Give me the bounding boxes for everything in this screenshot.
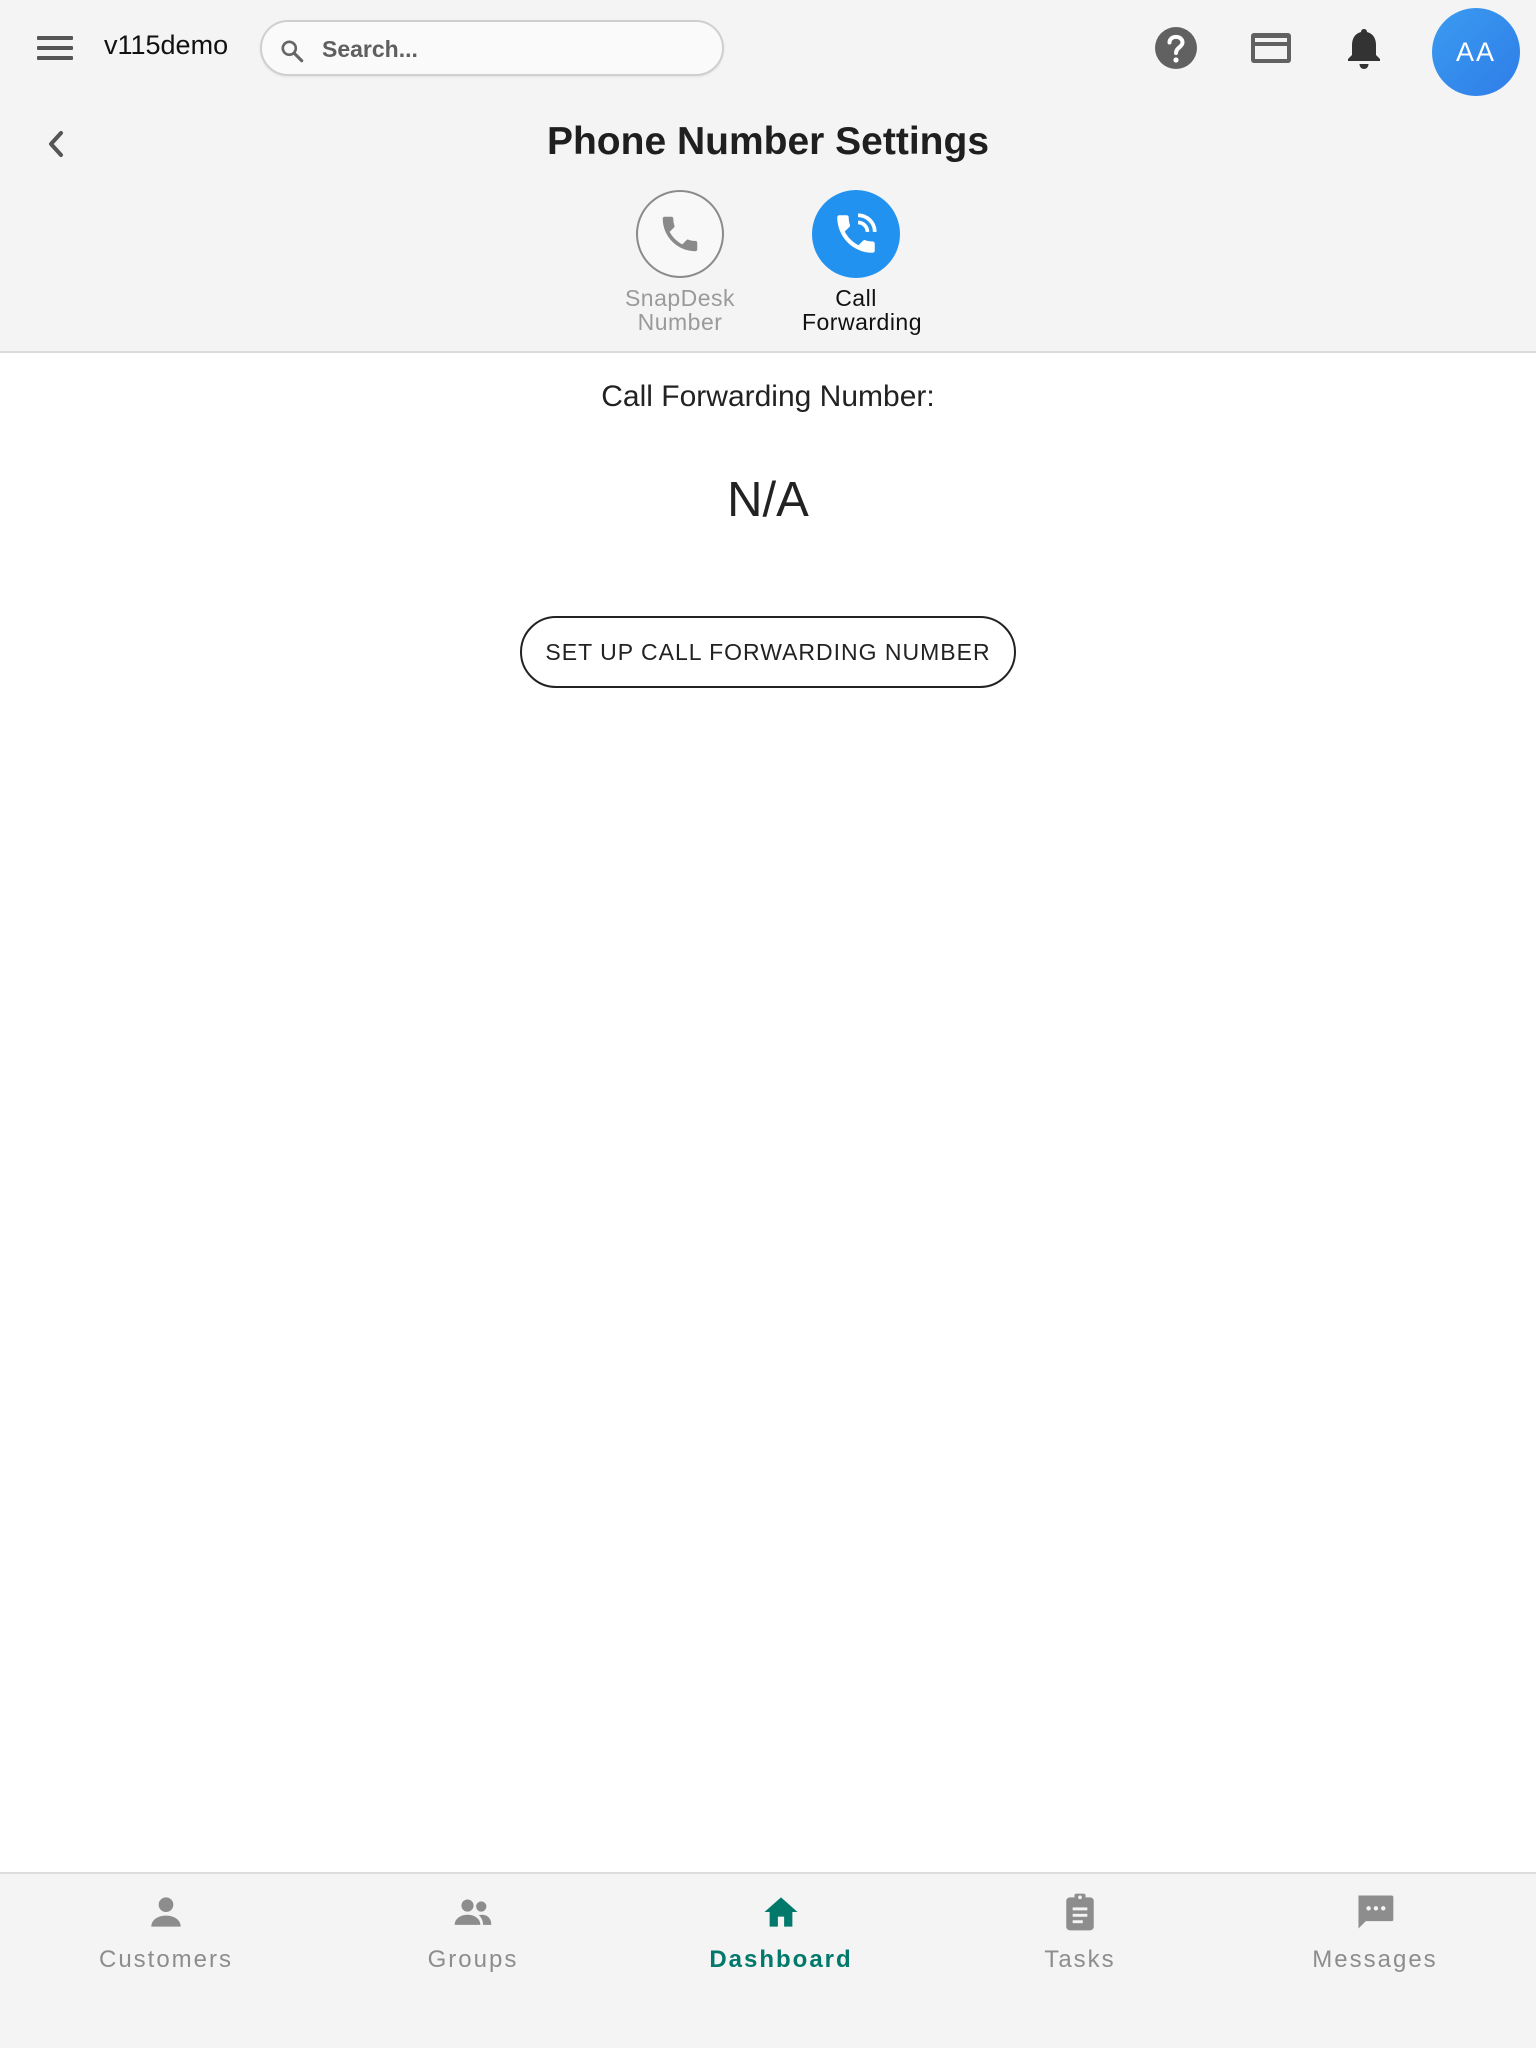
- nav-dashboard[interactable]: Dashboard: [671, 1890, 891, 1974]
- tab-icon-circle: [812, 190, 900, 278]
- nav-label: Dashboard: [709, 1946, 853, 1973]
- tab-label: Call Forwarding: [801, 285, 923, 335]
- nav-label: Groups: [427, 1946, 519, 1973]
- chat-icon: [1358, 1895, 1394, 1929]
- tab-label: SnapDesk Number: [624, 285, 736, 335]
- nav-tasks[interactable]: Tasks: [970, 1890, 1190, 1974]
- app-name: v115demo: [104, 30, 229, 60]
- top-bar: v115demo AA Phone Number Settings SnapDe…: [0, 0, 1536, 353]
- tab-icon-circle: [636, 190, 724, 278]
- tab-call-forwarding[interactable]: Call Forwarding: [766, 190, 946, 334]
- phone-icon: [662, 216, 698, 252]
- nav-groups[interactable]: Groups: [363, 1890, 583, 1974]
- bottom-nav: Customers Groups Dashboard Tasks Message…: [0, 1872, 1536, 2048]
- menu-icon[interactable]: [34, 32, 78, 64]
- nav-label: Messages: [1312, 1946, 1438, 1973]
- bell-icon[interactable]: [1340, 24, 1388, 72]
- nav-customers[interactable]: Customers: [56, 1890, 276, 1974]
- search-box[interactable]: [260, 20, 724, 76]
- tab-snapdesk-number[interactable]: SnapDesk Number: [590, 190, 770, 334]
- search-input[interactable]: [320, 30, 704, 68]
- page-title: Phone Number Settings: [546, 120, 990, 163]
- avatar[interactable]: AA: [1432, 8, 1520, 96]
- phone-forward-icon: [837, 213, 877, 253]
- people-icon: [454, 1899, 492, 1925]
- nav-messages[interactable]: Messages: [1265, 1890, 1485, 1974]
- call-forwarding-label: Call Forwarding Number:: [601, 380, 935, 413]
- clipboard-icon: [1066, 1893, 1094, 1931]
- home-icon: [764, 1897, 798, 1927]
- nav-label: Tasks: [1044, 1946, 1116, 1973]
- person-icon: [151, 1897, 181, 1927]
- setup-call-forwarding-button[interactable]: SET UP CALL FORWARDING NUMBER: [520, 616, 1016, 688]
- nav-label: Customers: [98, 1946, 234, 1973]
- help-icon[interactable]: [1152, 24, 1200, 72]
- call-forwarding-value: N/A: [727, 473, 809, 527]
- credit-card-icon[interactable]: [1247, 24, 1295, 72]
- search-icon: [281, 40, 304, 63]
